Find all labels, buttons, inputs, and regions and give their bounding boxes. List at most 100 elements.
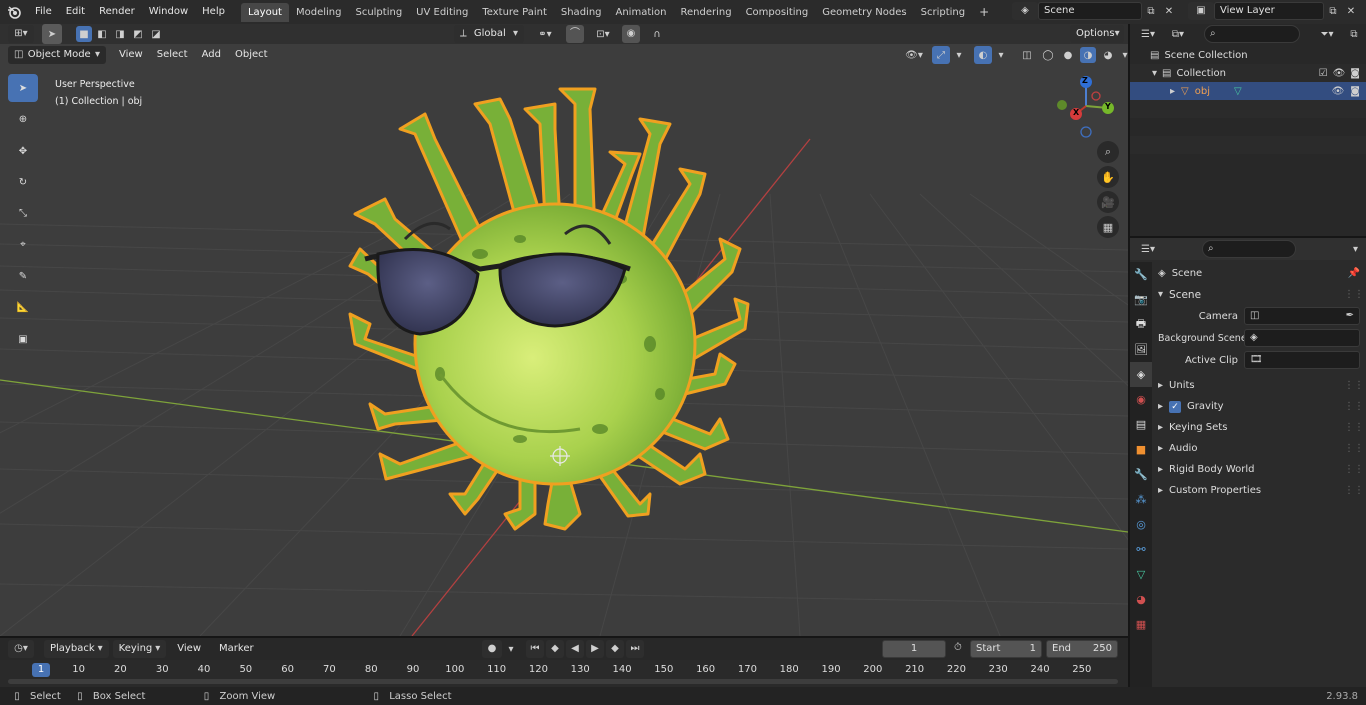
falloff-icon[interactable]: ∩ bbox=[648, 29, 666, 40]
new-collection-icon[interactable]: ⧉ bbox=[1346, 29, 1362, 40]
tab-compositing[interactable]: Compositing bbox=[739, 3, 816, 22]
outliner-row-collection[interactable]: ▾ ▤ Collection ☑ 👁 ◙ bbox=[1130, 64, 1366, 82]
play-icon[interactable]: ▶ bbox=[586, 640, 604, 658]
tab-texture-paint[interactable]: Texture Paint bbox=[475, 3, 554, 22]
overlay-toggle-icon[interactable]: ◐ bbox=[974, 46, 992, 64]
rotate-tool-icon[interactable]: ↻ bbox=[8, 168, 38, 196]
world-tab-icon[interactable]: ◉ bbox=[1130, 387, 1152, 412]
data-tab-icon[interactable]: ▽ bbox=[1130, 562, 1152, 587]
tab-shading[interactable]: Shading bbox=[554, 3, 609, 22]
scene-icon[interactable]: ◈ bbox=[1012, 2, 1038, 20]
chevron-down-icon[interactable]: ▾ bbox=[996, 50, 1006, 61]
outliner-row-scene-collection[interactable]: ▤ Scene Collection bbox=[1130, 46, 1366, 64]
copy-icon[interactable]: ⧉ bbox=[1142, 6, 1160, 17]
properties-search-input[interactable]: ⌕ bbox=[1202, 240, 1296, 258]
physics-tab-icon[interactable]: ◎ bbox=[1130, 512, 1152, 537]
expand-down-icon[interactable]: ▾ bbox=[1152, 68, 1157, 79]
drag-handle-icon[interactable]: ⋮⋮ bbox=[1344, 380, 1364, 391]
panel-rigid-body-world[interactable]: ▸ Rigid Body World ⋮⋮ bbox=[1158, 459, 1364, 480]
modifier-tab-icon[interactable]: 🔧 bbox=[1130, 462, 1152, 487]
menu-window[interactable]: Window bbox=[142, 0, 195, 24]
particles-tab-icon[interactable]: ⁂ bbox=[1130, 487, 1152, 512]
tool-tab-icon[interactable]: 🔧 bbox=[1130, 262, 1152, 287]
play-reverse-icon[interactable]: ◀ bbox=[566, 640, 584, 658]
drag-handle-icon[interactable]: ⋮⋮ bbox=[1344, 443, 1364, 454]
active-clip-field[interactable]: 🎞 bbox=[1244, 351, 1360, 369]
eyedropper-icon[interactable]: ✒ bbox=[1346, 308, 1354, 324]
chevron-down-icon[interactable]: ▾ bbox=[954, 50, 964, 61]
move-tool-icon[interactable]: ✥ bbox=[8, 137, 38, 165]
keying-menu[interactable]: Keying ▾ bbox=[112, 640, 167, 658]
proportional-editing-icon[interactable]: ◉ bbox=[622, 25, 640, 43]
eye-icon[interactable]: 👁 bbox=[1332, 86, 1345, 97]
zoom-icon[interactable]: ⌕ bbox=[1097, 141, 1119, 163]
solid-shading-icon[interactable]: ● bbox=[1060, 50, 1076, 61]
editor-type-icon[interactable]: ⊞▾ bbox=[8, 25, 34, 43]
camera-view-icon[interactable]: 🎥 bbox=[1097, 191, 1119, 213]
camera-icon[interactable]: ◙ bbox=[1350, 68, 1360, 79]
chevron-down-icon[interactable]: ▾ bbox=[504, 644, 518, 655]
menu-edit[interactable]: Edit bbox=[59, 0, 92, 24]
select-subtract-icon[interactable]: ◨ bbox=[112, 29, 128, 40]
output-tab-icon[interactable]: 🖶 bbox=[1130, 312, 1152, 337]
select-invert-icon[interactable]: ◩ bbox=[130, 29, 146, 40]
tab-uv-editing[interactable]: UV Editing bbox=[409, 3, 475, 22]
playback-menu[interactable]: Playback ▾ bbox=[44, 640, 109, 658]
filter-icon[interactable]: ⏷▾ bbox=[1314, 29, 1340, 40]
stopwatch-icon[interactable]: ⏱ bbox=[954, 642, 962, 653]
jump-end-icon[interactable]: ⏭ bbox=[626, 640, 644, 658]
add-workspace-button[interactable]: + bbox=[972, 3, 996, 22]
viewport-menu-select[interactable]: Select bbox=[150, 44, 195, 66]
constraints-tab-icon[interactable]: ⚯ bbox=[1130, 537, 1152, 562]
options-dropdown[interactable]: Options ▾ bbox=[1070, 25, 1124, 43]
drag-handle-icon[interactable]: ⋮⋮ bbox=[1344, 289, 1364, 300]
drag-handle-icon[interactable]: ⋮⋮ bbox=[1344, 464, 1364, 475]
timeline-scrollbar[interactable] bbox=[8, 679, 1118, 684]
pan-hand-icon[interactable]: ✋ bbox=[1097, 166, 1119, 188]
menu-file[interactable]: File bbox=[28, 0, 59, 24]
record-icon[interactable]: ● bbox=[482, 640, 502, 658]
background-scene-field[interactable]: ◈ bbox=[1244, 329, 1360, 347]
outliner-search-input[interactable]: ⌕ bbox=[1204, 25, 1300, 43]
measure-tool-icon[interactable]: 📐 bbox=[8, 293, 38, 321]
wireframe-shading-icon[interactable]: ◯ bbox=[1040, 50, 1056, 61]
close-icon[interactable]: ✕ bbox=[1342, 6, 1360, 17]
panel-custom-properties[interactable]: ▸ Custom Properties ⋮⋮ bbox=[1158, 480, 1364, 501]
editor-type-icon[interactable]: ☰▾ bbox=[1136, 29, 1160, 40]
menu-help[interactable]: Help bbox=[195, 0, 232, 24]
camera-icon[interactable]: ◙ bbox=[1350, 86, 1360, 97]
prev-keyframe-icon[interactable]: ◆ bbox=[546, 640, 564, 658]
pivot-point-icon[interactable]: ⚭▾ bbox=[532, 29, 558, 40]
current-frame-field[interactable]: 1 bbox=[882, 640, 946, 658]
tab-animation[interactable]: Animation bbox=[609, 3, 674, 22]
drag-handle-icon[interactable]: ⋮⋮ bbox=[1344, 485, 1364, 496]
render-tab-icon[interactable]: 📷 bbox=[1130, 287, 1152, 312]
collection-tab-icon[interactable]: ▤ bbox=[1130, 412, 1152, 437]
panel-audio[interactable]: ▸ Audio ⋮⋮ bbox=[1158, 438, 1364, 459]
annotate-tool-icon[interactable]: ✎ bbox=[8, 262, 38, 290]
checkbox-icon[interactable]: ☑ bbox=[1319, 68, 1328, 79]
panel-keying-sets[interactable]: ▸ Keying Sets ⋮⋮ bbox=[1158, 417, 1364, 438]
next-keyframe-icon[interactable]: ◆ bbox=[606, 640, 624, 658]
panel-gravity[interactable]: ▸ ✓ Gravity ⋮⋮ bbox=[1158, 396, 1364, 417]
visibility-icon[interactable]: 👁▾ bbox=[900, 50, 928, 61]
camera-field[interactable]: ◫ ✒ bbox=[1244, 307, 1360, 325]
tab-sculpting[interactable]: Sculpting bbox=[348, 3, 409, 22]
timeline-frames[interactable]: 1 10 20 30 40 50 60 70 80 90 100 110 120 130 140 150 160… bbox=[0, 660, 1128, 687]
select-box-tool-icon[interactable]: ➤ bbox=[8, 74, 38, 102]
add-cube-tool-icon[interactable]: ▣ bbox=[8, 325, 38, 353]
mode-dropdown[interactable]: ◫ Object Mode ▾ bbox=[8, 46, 106, 64]
timeline-marker-menu[interactable]: Marker bbox=[212, 638, 261, 660]
panel-scene-header[interactable]: ▾ Scene ⋮⋮ bbox=[1158, 284, 1364, 305]
viewport-menu-add[interactable]: Add bbox=[195, 44, 228, 66]
navigation-gizmo[interactable]: Z Y X bbox=[1052, 74, 1120, 138]
end-frame-field[interactable]: End 250 bbox=[1046, 640, 1118, 658]
xray-icon[interactable]: ◫ bbox=[1018, 50, 1036, 61]
select-intersect-icon[interactable]: ◪ bbox=[148, 29, 164, 40]
viewport-menu-object[interactable]: Object bbox=[228, 44, 275, 66]
panel-units[interactable]: ▸ Units ⋮⋮ bbox=[1158, 375, 1364, 396]
tab-rendering[interactable]: Rendering bbox=[673, 3, 738, 22]
scale-tool-icon[interactable]: ⤡ bbox=[8, 199, 38, 227]
menu-render[interactable]: Render bbox=[92, 0, 142, 24]
viewport-menu-view[interactable]: View bbox=[112, 44, 150, 66]
